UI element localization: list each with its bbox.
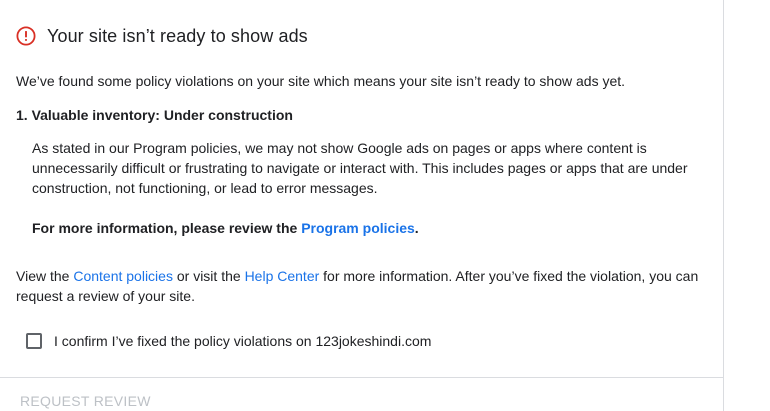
confirm-row[interactable]: I confirm I’ve fixed the policy violatio… bbox=[26, 331, 431, 351]
card-header: Your site isn’t ready to show ads bbox=[16, 24, 308, 48]
page-title: Your site isn’t ready to show ads bbox=[47, 25, 308, 46]
content-policies-link[interactable]: Content policies bbox=[73, 268, 173, 284]
help-text: View the Content policies or visit the H… bbox=[16, 266, 716, 306]
alert-circle-icon bbox=[16, 26, 36, 46]
help-center-link[interactable]: Help Center bbox=[245, 268, 320, 284]
more-info-prefix: For more information, please review the bbox=[32, 220, 302, 236]
actions-divider bbox=[0, 377, 723, 378]
violation-description: As stated in our Program policies, we ma… bbox=[32, 140, 688, 196]
more-info-suffix: . bbox=[414, 220, 419, 236]
intro-text: We’ve found some policy violations on yo… bbox=[16, 73, 626, 89]
policy-violation-card: Your site isn’t ready to show ads We’ve … bbox=[0, 0, 724, 411]
help-text-part-1: View the bbox=[16, 268, 74, 284]
request-review-button[interactable]: REQUEST REVIEW bbox=[20, 393, 151, 409]
confirm-checkbox[interactable] bbox=[26, 333, 42, 349]
confirm-label[interactable]: I confirm I’ve fixed the policy violatio… bbox=[54, 333, 431, 349]
more-info-text: For more information, please review the … bbox=[32, 219, 419, 237]
help-text-part-2: or visit the bbox=[172, 268, 245, 284]
violation-title: 1. Valuable inventory: Under constructio… bbox=[16, 107, 293, 123]
program-policies-link[interactable]: Program policies bbox=[301, 220, 415, 236]
